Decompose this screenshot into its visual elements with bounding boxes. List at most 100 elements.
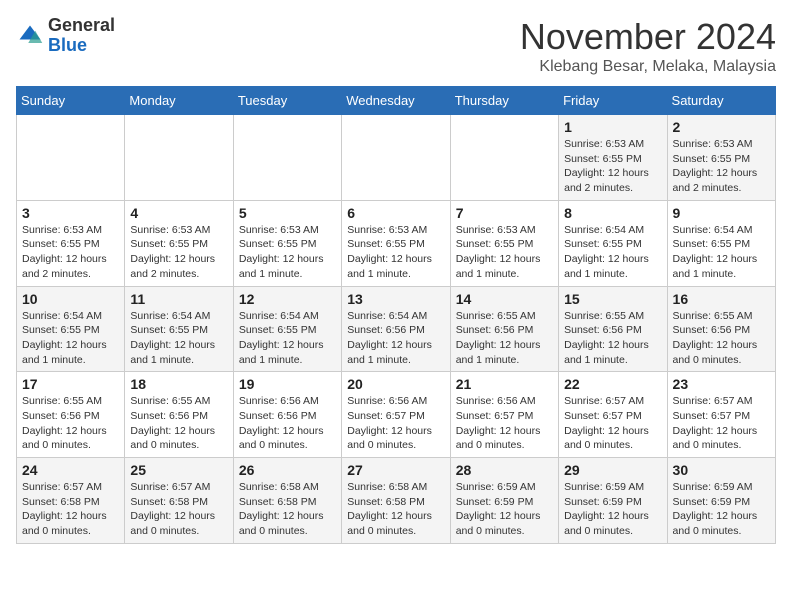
day-number: 24 xyxy=(22,462,119,478)
day-number: 10 xyxy=(22,291,119,307)
day-number: 4 xyxy=(130,205,227,221)
day-info: Sunrise: 6:56 AM Sunset: 6:56 PM Dayligh… xyxy=(239,394,336,453)
calendar: SundayMondayTuesdayWednesdayThursdayFrid… xyxy=(16,86,776,544)
calendar-cell: 1Sunrise: 6:53 AM Sunset: 6:55 PM Daylig… xyxy=(559,115,667,201)
page-header: General Blue November 2024 Klebang Besar… xyxy=(16,16,776,76)
day-info: Sunrise: 6:58 AM Sunset: 6:58 PM Dayligh… xyxy=(347,480,444,539)
weekday-header-sunday: Sunday xyxy=(17,87,125,115)
calendar-cell: 2 Sunrise: 6:53 AM Sunset: 6:55 PM Daylig… xyxy=(667,115,775,201)
calendar-cell: 4 Sunrise: 6:53 AM Sunset: 6:55 PM Daylig… xyxy=(125,200,233,286)
day-number: 14 xyxy=(456,291,553,307)
day-number: 3 xyxy=(22,205,119,221)
day-info: Sunrise: 6:57 AM Sunset: 6:57 PM Dayligh… xyxy=(564,394,661,453)
day-number: 29 xyxy=(564,462,661,478)
day-info: Sunrise: 6:57 AM Sunset: 6:57 PM Dayligh… xyxy=(673,394,770,453)
day-info: Sunrise: 6:57 AM Sunset: 6:58 PM Dayligh… xyxy=(22,480,119,539)
calendar-cell: 22 Sunrise: 6:57 AM Sunset: 6:57 PM Dayli… xyxy=(559,372,667,458)
calendar-cell: 5 Sunrise: 6:53 AM Sunset: 6:55 PM Daylig… xyxy=(233,200,341,286)
day-number: 19 xyxy=(239,376,336,392)
day-number: 26 xyxy=(239,462,336,478)
day-info: Sunrise: 6:55 AM Sunset: 6:56 PM Dayligh… xyxy=(22,394,119,453)
day-info: Sunrise: 6:54 AM Sunset: 6:55 PM Dayligh… xyxy=(564,223,661,282)
calendar-cell: 28 Sunrise: 6:59 AM Sunset: 6:59 PM Dayli… xyxy=(450,458,558,544)
calendar-cell: 17 Sunrise: 6:55 AM Sunset: 6:56 PM Dayli… xyxy=(17,372,125,458)
calendar-cell xyxy=(450,115,558,201)
day-number: 17 xyxy=(22,376,119,392)
weekday-header-monday: Monday xyxy=(125,87,233,115)
logo-icon xyxy=(16,22,44,50)
calendar-cell: 9 Sunrise: 6:54 AM Sunset: 6:55 PM Daylig… xyxy=(667,200,775,286)
calendar-cell xyxy=(17,115,125,201)
week-row-5: 24 Sunrise: 6:57 AM Sunset: 6:58 PM Dayli… xyxy=(17,458,776,544)
day-number: 18 xyxy=(130,376,227,392)
week-row-2: 3 Sunrise: 6:53 AM Sunset: 6:55 PM Daylig… xyxy=(17,200,776,286)
day-number: 9 xyxy=(673,205,770,221)
calendar-cell: 24 Sunrise: 6:57 AM Sunset: 6:58 PM Dayli… xyxy=(17,458,125,544)
weekday-header-thursday: Thursday xyxy=(450,87,558,115)
calendar-cell: 29 Sunrise: 6:59 AM Sunset: 6:59 PM Dayli… xyxy=(559,458,667,544)
day-info: Sunrise: 6:55 AM Sunset: 6:56 PM Dayligh… xyxy=(564,309,661,368)
weekday-header-tuesday: Tuesday xyxy=(233,87,341,115)
day-number: 6 xyxy=(347,205,444,221)
day-number: 7 xyxy=(456,205,553,221)
day-info: Sunrise: 6:53 AM Sunset: 6:55 PM Dayligh… xyxy=(239,223,336,282)
day-info: Sunrise: 6:56 AM Sunset: 6:57 PM Dayligh… xyxy=(456,394,553,453)
day-info: Sunrise: 6:55 AM Sunset: 6:56 PM Dayligh… xyxy=(673,309,770,368)
day-number: 11 xyxy=(130,291,227,307)
day-info: Sunrise: 6:54 AM Sunset: 6:55 PM Dayligh… xyxy=(22,309,119,368)
weekday-header-wednesday: Wednesday xyxy=(342,87,450,115)
day-number: 27 xyxy=(347,462,444,478)
day-number: 23 xyxy=(673,376,770,392)
location: Klebang Besar, Melaka, Malaysia xyxy=(520,58,776,76)
day-info: Sunrise: 6:54 AM Sunset: 6:55 PM Dayligh… xyxy=(239,309,336,368)
calendar-cell: 23 Sunrise: 6:57 AM Sunset: 6:57 PM Dayli… xyxy=(667,372,775,458)
calendar-cell: 21Sunrise: 6:56 AM Sunset: 6:57 PM Dayli… xyxy=(450,372,558,458)
day-info: Sunrise: 6:53 AM Sunset: 6:55 PM Dayligh… xyxy=(347,223,444,282)
day-info: Sunrise: 6:59 AM Sunset: 6:59 PM Dayligh… xyxy=(456,480,553,539)
day-number: 8 xyxy=(564,205,661,221)
day-info: Sunrise: 6:54 AM Sunset: 6:56 PM Dayligh… xyxy=(347,309,444,368)
day-info: Sunrise: 6:59 AM Sunset: 6:59 PM Dayligh… xyxy=(673,480,770,539)
calendar-cell: 10 Sunrise: 6:54 AM Sunset: 6:55 PM Dayli… xyxy=(17,286,125,372)
week-row-1: 1 Sunrise: 6:53 AM Sunset: 6:55 PM Daylig… xyxy=(17,115,776,201)
day-info: Sunrise: 6:57 AM Sunset: 6:58 PM Dayligh… xyxy=(130,480,227,539)
calendar-cell: 30 Sunrise: 6:59 AM Sunset: 6:59 PM Dayli… xyxy=(667,458,775,544)
calendar-cell: 15Sunrise: 6:55 AM Sunset: 6:56 PM Dayli… xyxy=(559,286,667,372)
day-info: Sunrise: 6:54 AM Sunset: 6:55 PM Dayligh… xyxy=(673,223,770,282)
day-info: Sunrise: 6:58 AM Sunset: 6:58 PM Dayligh… xyxy=(239,480,336,539)
calendar-cell: 6 Sunrise: 6:53 AM Sunset: 6:55 PM Daylig… xyxy=(342,200,450,286)
day-number: 1 xyxy=(564,119,661,135)
day-number: 20 xyxy=(347,376,444,392)
calendar-cell xyxy=(125,115,233,201)
calendar-cell: 18 Sunrise: 6:55 AM Sunset: 6:56 PM Dayli… xyxy=(125,372,233,458)
calendar-cell: 20 Sunrise: 6:56 AM Sunset: 6:57 PM Dayli… xyxy=(342,372,450,458)
day-number: 16 xyxy=(673,291,770,307)
day-info: Sunrise: 6:56 AM Sunset: 6:57 PM Dayligh… xyxy=(347,394,444,453)
day-number: 25 xyxy=(130,462,227,478)
calendar-cell: 27 Sunrise: 6:58 AM Sunset: 6:58 PM Dayli… xyxy=(342,458,450,544)
logo: General Blue xyxy=(16,16,115,56)
week-row-3: 10 Sunrise: 6:54 AM Sunset: 6:55 PM Dayli… xyxy=(17,286,776,372)
day-info: Sunrise: 6:53 AM Sunset: 6:55 PM Dayligh… xyxy=(130,223,227,282)
day-number: 2 xyxy=(673,119,770,135)
day-info: Sunrise: 6:55 AM Sunset: 6:56 PM Dayligh… xyxy=(456,309,553,368)
calendar-cell: 14 Sunrise: 6:55 AM Sunset: 6:56 PM Dayli… xyxy=(450,286,558,372)
day-number: 12 xyxy=(239,291,336,307)
calendar-cell xyxy=(342,115,450,201)
day-number: 28 xyxy=(456,462,553,478)
day-number: 5 xyxy=(239,205,336,221)
day-info: Sunrise: 6:55 AM Sunset: 6:56 PM Dayligh… xyxy=(130,394,227,453)
calendar-cell: 8 Sunrise: 6:54 AM Sunset: 6:55 PM Daylig… xyxy=(559,200,667,286)
calendar-cell: 11 Sunrise: 6:54 AM Sunset: 6:55 PM Dayli… xyxy=(125,286,233,372)
day-number: 13 xyxy=(347,291,444,307)
calendar-cell: 7Sunrise: 6:53 AM Sunset: 6:55 PM Daylig… xyxy=(450,200,558,286)
calendar-cell: 26 Sunrise: 6:58 AM Sunset: 6:58 PM Dayli… xyxy=(233,458,341,544)
day-info: Sunrise: 6:53 AM Sunset: 6:55 PM Dayligh… xyxy=(673,137,770,196)
day-number: 22 xyxy=(564,376,661,392)
day-info: Sunrise: 6:54 AM Sunset: 6:55 PM Dayligh… xyxy=(130,309,227,368)
calendar-cell: 16 Sunrise: 6:55 AM Sunset: 6:56 PM Dayli… xyxy=(667,286,775,372)
day-info: Sunrise: 6:59 AM Sunset: 6:59 PM Dayligh… xyxy=(564,480,661,539)
day-number: 30 xyxy=(673,462,770,478)
weekday-header-row: SundayMondayTuesdayWednesdayThursdayFrid… xyxy=(17,87,776,115)
title-block: November 2024 Klebang Besar, Melaka, Mal… xyxy=(520,16,776,76)
